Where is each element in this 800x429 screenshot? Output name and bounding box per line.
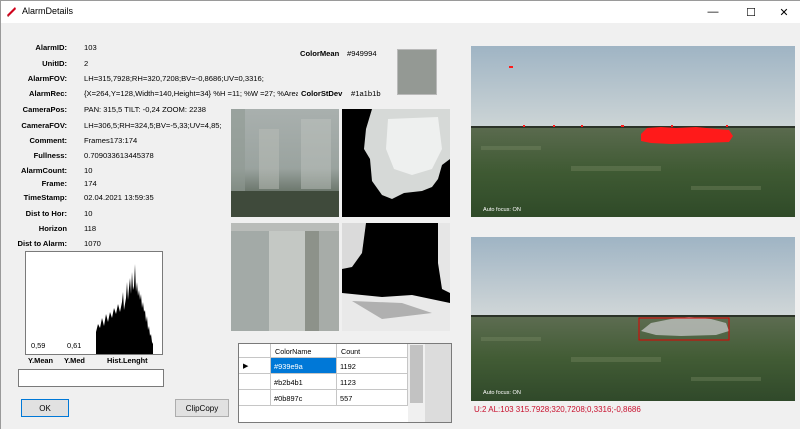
dist-to-alarm-value: 1070 xyxy=(84,239,101,248)
hist-length-label: Hist.Lenght xyxy=(107,356,148,365)
grid-row-header[interactable] xyxy=(239,374,271,390)
frame-value: 174 xyxy=(84,179,97,188)
alarm-count-value: 10 xyxy=(84,166,93,175)
grid-cell-count[interactable]: 1123 xyxy=(337,374,408,390)
camera-fov-label: CameraFOV: xyxy=(21,121,67,130)
alarm-id-value: 103 xyxy=(84,43,97,52)
color-mean-label: ColorMean xyxy=(300,49,340,58)
hist-length-value: 101 xyxy=(108,341,121,350)
histogram-plot xyxy=(96,264,153,354)
color-mean-swatch xyxy=(397,49,437,95)
clipcopy-button[interactable]: ClipCopy xyxy=(175,399,229,417)
alarm-rec-label: AlarmRec: xyxy=(29,89,67,98)
y-med-value: 0,61 xyxy=(67,341,82,350)
grid-header-colorname[interactable]: ColorName xyxy=(271,344,337,358)
camera-fov-value: LH=306,5;RH=324,5;BV=-5,33;UV=4,85; xyxy=(84,121,222,130)
alarm-fov-label: AlarmFOV: xyxy=(27,74,67,83)
alarm-details-window: AlarmDetails — ☐ ✕ AlarmID: 103 UnitID: … xyxy=(0,0,800,429)
grid-corner xyxy=(239,344,271,358)
color-grid[interactable]: ColorName Count ▶ #939e9a 1192 #b2b4b1 1… xyxy=(238,343,452,423)
comment-label: Comment: xyxy=(29,136,67,145)
title-bar[interactable]: AlarmDetails — ☐ ✕ xyxy=(1,1,800,23)
grid-cell-count[interactable]: 557 xyxy=(337,390,408,406)
ok-button[interactable]: OK xyxy=(21,399,69,417)
alarm-count-label: AlarmCount: xyxy=(21,166,67,175)
comment-value: Frames173:174 xyxy=(84,136,138,145)
grid-scroll-thumb[interactable] xyxy=(410,345,423,403)
color-mean-value: #949994 xyxy=(347,49,377,58)
timestamp-value: 02.04.2021 13:59:35 xyxy=(84,193,154,202)
horizon-label: Horizon xyxy=(38,224,67,233)
y-mean-label: Y.Mean xyxy=(28,356,54,365)
camera-view-live: Auto focus: ON xyxy=(471,237,795,401)
grid-cell-count[interactable]: 1192 xyxy=(337,358,408,374)
close-button[interactable]: ✕ xyxy=(767,1,800,23)
notes-input[interactable] xyxy=(18,369,164,387)
camera-pos-value: PAN: 315,5 TILT: -0,24 ZOOM: 2238 xyxy=(84,105,206,114)
color-stdev-value: #1a1b1b xyxy=(351,89,381,98)
alarm-fov-value: LH=315,7928;RH=320,7208;BV=-0,8686;UV=0,… xyxy=(84,74,264,83)
grid-cell-colorname[interactable]: #b2b4b1 xyxy=(271,374,337,390)
alarm-mask-image xyxy=(342,109,450,217)
camera-top-overlay: Auto focus: ON xyxy=(483,207,521,213)
client-area: AlarmID: 103 UnitID: 2 AlarmFOV: LH=315,… xyxy=(1,23,800,429)
horizon-value: 118 xyxy=(84,224,97,233)
fullness-label: Fullness: xyxy=(33,151,67,160)
grid-cell-colorname[interactable]: #939e9a xyxy=(271,358,337,374)
grid-cell-colorname[interactable]: #0b897c xyxy=(271,390,337,406)
alarm-id-label: AlarmID: xyxy=(35,43,67,52)
grid-header-count[interactable]: Count xyxy=(337,344,408,358)
dist-to-alarm-label: Dist to Alarm: xyxy=(17,239,67,248)
grid-row-header[interactable] xyxy=(239,390,271,406)
app-logo-icon xyxy=(7,7,16,17)
alarm-crop-image xyxy=(231,109,339,217)
histogram-box xyxy=(25,251,163,355)
camera-status-text: U:2 AL:103 315.7928;320,7208;0,3316;-0,8… xyxy=(474,405,641,414)
timestamp-label: TimeStamp: xyxy=(23,193,67,202)
color-bands-image xyxy=(231,223,339,331)
grid-empty-area xyxy=(425,344,451,422)
maximize-button[interactable]: ☐ xyxy=(734,1,768,23)
minimize-button[interactable]: — xyxy=(696,1,730,23)
alarm-rec-value: {X=264,Y=128,Width=140,Height=34} %H =11… xyxy=(84,89,298,98)
camera-view-mask: Auto focus: ON xyxy=(471,46,795,217)
window-title: AlarmDetails xyxy=(22,6,74,16)
camera-pos-label: CameraPos: xyxy=(22,105,67,114)
dist-to-hor-label: Dist to Hor: xyxy=(25,209,67,218)
y-med-label: Y.Med xyxy=(64,356,85,365)
binary-mask-image xyxy=(342,223,450,331)
unit-id-value: 2 xyxy=(84,59,89,68)
frame-label: Frame: xyxy=(41,179,67,188)
color-stdev-label: ColorStDev xyxy=(299,89,343,98)
camera-bottom-overlay: Auto focus: ON xyxy=(483,390,521,396)
fullness-value: 0.709033613445378 xyxy=(84,151,154,160)
grid-row-marker-icon[interactable]: ▶ xyxy=(239,358,271,374)
y-mean-value: 0,59 xyxy=(31,341,46,350)
unit-id-label: UnitID: xyxy=(42,59,67,68)
dist-to-hor-value: 10 xyxy=(84,209,93,218)
